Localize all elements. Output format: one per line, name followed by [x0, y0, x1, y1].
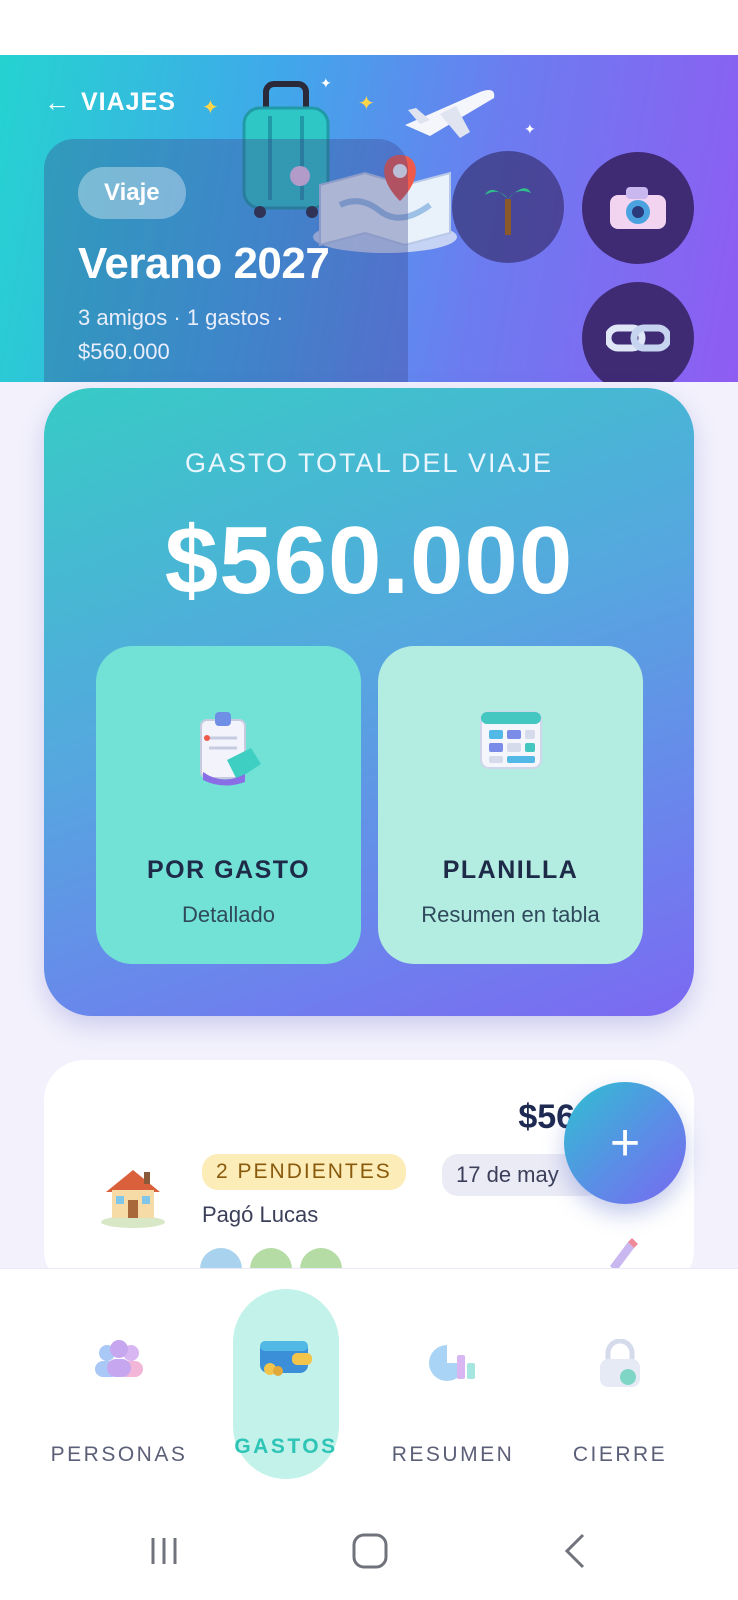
sparkle-icon: ✦: [202, 97, 219, 119]
home-button[interactable]: [340, 1526, 400, 1576]
status-bar-area: [0, 0, 738, 55]
home-icon: [352, 1533, 388, 1569]
share-link-button[interactable]: [582, 282, 694, 382]
tab-gastos[interactable]: GASTOS: [194, 1269, 378, 1489]
palm-tree-icon: [485, 188, 531, 235]
wallet-icon: [260, 1341, 312, 1376]
tab-resumen[interactable]: RESUMEN: [361, 1269, 545, 1489]
edit-trip-button[interactable]: [452, 151, 564, 263]
arrow-left-icon: ←: [44, 87, 71, 117]
people-icon: [95, 1340, 143, 1377]
back-label: VIAJES: [81, 88, 176, 116]
tab-cierre-label: CIERRE: [572, 1443, 668, 1466]
trip-title: Verano 2027: [78, 239, 330, 288]
tab-personas[interactable]: PERSONAS: [27, 1269, 211, 1489]
trip-summary: 3 amigos · 1 gastos · $560.000: [78, 305, 284, 364]
bottom-navigation: PERSONAS GASTOS RESUMEN CIERRE: [0, 1268, 738, 1500]
total-amount: $560.000: [164, 507, 574, 614]
pending-status-badge: 2 PENDIENTES: [202, 1154, 406, 1190]
airplane-icon: [405, 90, 495, 138]
view-by-expense-subtitle: Detallado: [182, 902, 275, 927]
camera-icon: [610, 187, 666, 229]
total-spend-card: GASTO TOTAL DEL VIAJE $560.000 POR GASTO…: [44, 388, 694, 1016]
total-label: GASTO TOTAL DEL VIAJE: [184, 448, 554, 478]
house-icon: [101, 1170, 165, 1228]
camera-button[interactable]: [582, 152, 694, 264]
view-spreadsheet-title: PLANILLA: [442, 856, 579, 884]
add-expense-button[interactable]: +: [564, 1082, 686, 1204]
trip-type-badge: Viaje: [78, 167, 186, 219]
view-by-expense-title: POR GASTO: [146, 856, 311, 884]
system-navigation-bar: [0, 1500, 738, 1600]
view-by-expense-button[interactable]: POR GASTO Detallado: [96, 646, 361, 964]
view-spreadsheet-button[interactable]: PLANILLA Resumen en tabla: [378, 646, 643, 964]
chart-icon: [429, 1345, 475, 1381]
trip-header: ← VIAJES ✦ ✦ ✦ ✦ Viaje Verano 2027 3 ami…: [0, 55, 738, 382]
back-button[interactable]: [546, 1526, 606, 1576]
link-icon: [606, 324, 670, 352]
plus-icon: +: [609, 1114, 641, 1172]
trip-info-card: Viaje Verano 2027 3 amigos · 1 gastos · …: [44, 139, 408, 382]
recent-apps-button[interactable]: [134, 1526, 194, 1576]
spreadsheet-icon: [479, 711, 542, 769]
tab-gastos-label: GASTOS: [234, 1435, 338, 1458]
sparkle-icon: ✦: [524, 121, 536, 137]
view-spreadsheet-subtitle: Resumen en tabla: [421, 902, 600, 927]
tab-personas-label: PERSONAS: [50, 1443, 188, 1466]
recent-apps-icon: [151, 1538, 177, 1564]
expense-payer: Pagó Lucas: [202, 1202, 319, 1227]
back-to-trips-link[interactable]: ← VIAJES: [44, 87, 176, 118]
tab-resumen-label: RESUMEN: [391, 1443, 515, 1466]
lock-icon: [600, 1339, 640, 1387]
sparkle-icon: ✦: [358, 93, 375, 115]
chevron-left-icon: [564, 1533, 585, 1569]
receipt-tag-icon: [199, 712, 261, 786]
tab-cierre[interactable]: CIERRE: [528, 1269, 712, 1489]
